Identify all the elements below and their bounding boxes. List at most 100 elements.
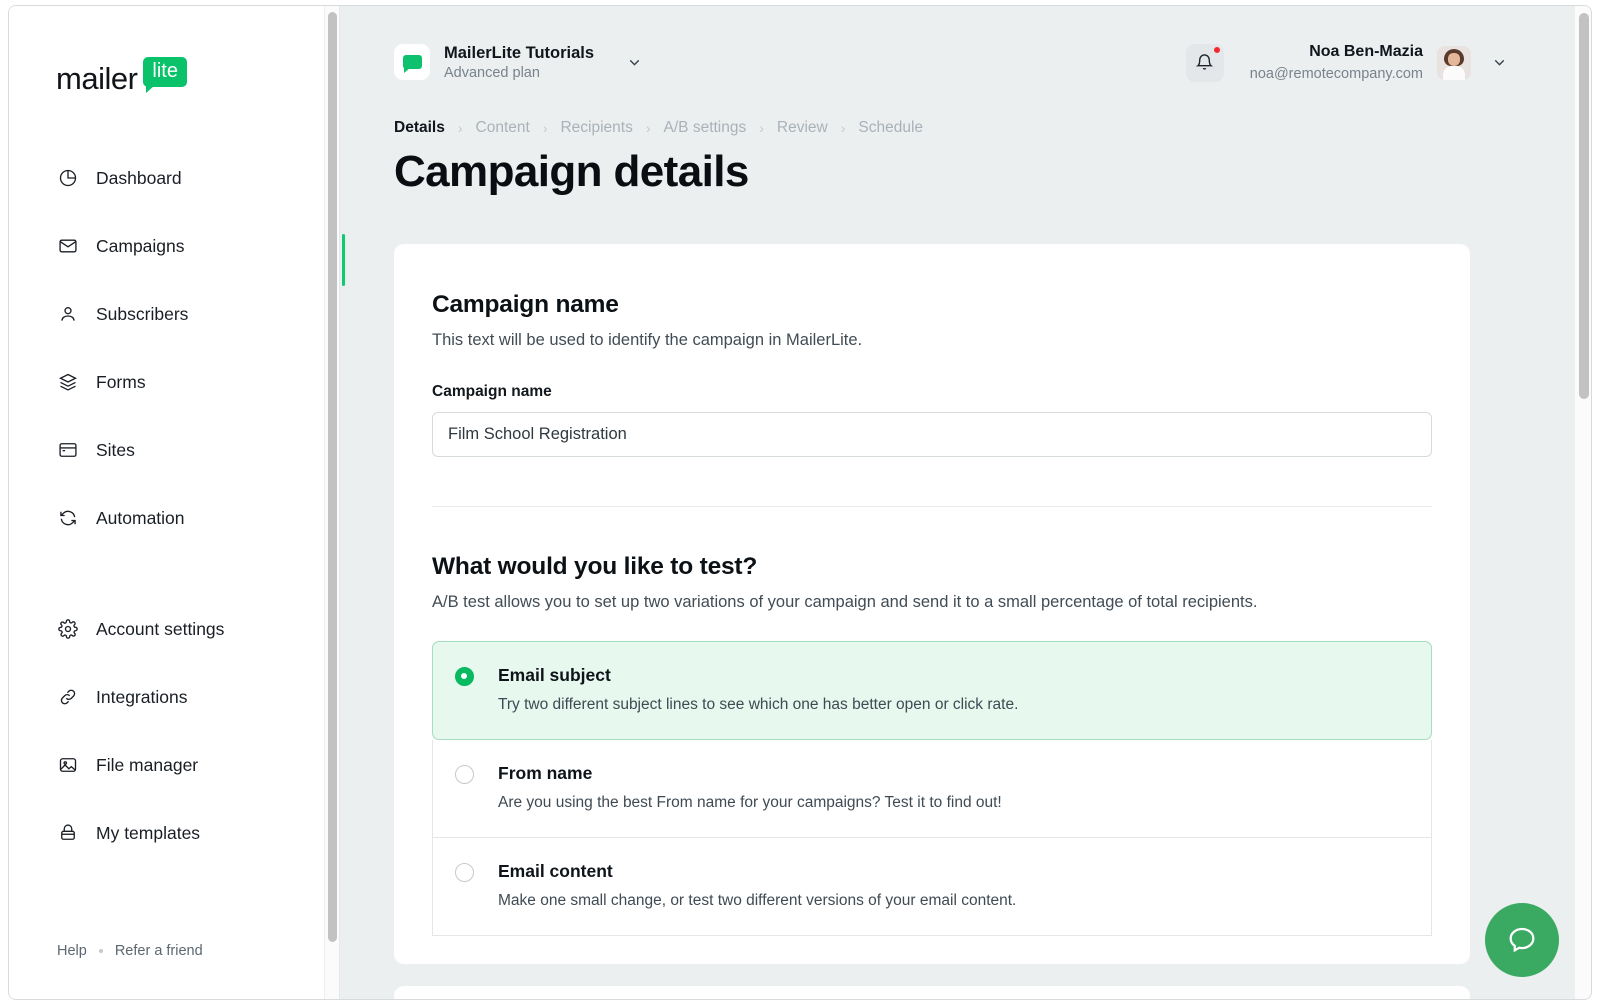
logo-text-mailer: mailer (56, 61, 137, 97)
sidebar-item-my-templates[interactable]: My templates (9, 813, 339, 853)
option-title: Email subject (498, 665, 1018, 686)
avatar (1437, 46, 1471, 80)
radio-email-content[interactable] (455, 863, 474, 882)
sidebar-item-label: Subscribers (96, 304, 188, 325)
notifications-button[interactable] (1186, 44, 1224, 82)
option-email-subject[interactable]: Email subject Try two different subject … (432, 641, 1432, 740)
account-name: MailerLite Tutorials (444, 42, 594, 64)
user-name: Noa Ben-Mazia (1250, 41, 1423, 63)
browser-window-icon (57, 439, 79, 461)
option-description: Try two different subject lines to see w… (498, 695, 1018, 715)
link-icon (57, 686, 79, 708)
sidebar-item-campaigns[interactable]: Campaigns (9, 226, 339, 266)
breadcrumb-item-content[interactable]: Content (476, 119, 530, 137)
account-plan: Advanced plan (444, 64, 594, 84)
page-content: Details › Content › Recipients › A/B set… (340, 119, 1574, 999)
chevron-right-icon: › (646, 120, 651, 136)
breadcrumb-item-recipients[interactable]: Recipients (560, 119, 632, 137)
help-link[interactable]: Help (57, 943, 87, 959)
sidebar-item-account-settings[interactable]: Account settings (9, 609, 339, 649)
sidebar-item-integrations[interactable]: Integrations (9, 677, 339, 717)
sidebar-item-forms[interactable]: Forms (9, 362, 339, 402)
sidebar-item-sites[interactable]: Sites (9, 430, 339, 470)
notification-badge-dot (1213, 46, 1221, 54)
sidebar-item-label: Forms (96, 372, 146, 393)
sidebar-item-label: Account settings (96, 619, 224, 640)
breadcrumb-item-schedule[interactable]: Schedule (858, 119, 923, 137)
sidebar-scrollbar-thumb[interactable] (328, 12, 337, 942)
next-section-card-peek (394, 986, 1470, 999)
sidebar-item-dashboard[interactable]: Dashboard (9, 158, 339, 198)
pie-chart-icon (57, 167, 79, 189)
sidebar-item-label: My templates (96, 823, 200, 844)
main-scrollbar[interactable] (1574, 6, 1591, 999)
primary-nav: Dashboard Campaigns Subscribers Forms (9, 158, 339, 566)
campaign-name-description: This text will be used to identify the c… (432, 331, 1432, 350)
chevron-right-icon: › (458, 120, 463, 136)
main-scroll-region: MailerLite Tutorials Advanced plan (340, 6, 1574, 999)
help-chat-button[interactable] (1485, 903, 1559, 977)
sidebar-item-label: Sites (96, 440, 135, 461)
option-title: Email content (498, 861, 1016, 882)
option-description: Are you using the best From name for you… (498, 793, 1002, 813)
test-type-options: Email subject Try two different subject … (432, 641, 1432, 936)
radio-from-name[interactable] (455, 765, 474, 784)
campaign-name-input[interactable] (432, 412, 1432, 457)
top-bar-right: Noa Ben-Mazia noa@remotecompany.com (1186, 41, 1508, 84)
active-nav-indicator (342, 234, 345, 286)
sidebar-item-subscribers[interactable]: Subscribers (9, 294, 339, 334)
speech-bubble-icon (394, 44, 430, 80)
campaign-name-field-label: Campaign name (432, 383, 1432, 401)
breadcrumb-item-ab-settings[interactable]: A/B settings (664, 119, 747, 137)
refresh-cycle-icon (57, 507, 79, 529)
sidebar-item-file-manager[interactable]: File manager (9, 745, 339, 785)
sidebar-scrollbar[interactable] (324, 6, 339, 999)
chat-bubble-icon (1505, 923, 1539, 957)
option-title: From name (498, 763, 1002, 784)
refer-a-friend-link[interactable]: Refer a friend (115, 943, 203, 959)
account-switcher[interactable]: MailerLite Tutorials Advanced plan (394, 42, 643, 84)
chevron-right-icon: › (841, 120, 846, 136)
main-area: MailerLite Tutorials Advanced plan (340, 6, 1591, 999)
breadcrumb-item-review[interactable]: Review (777, 119, 828, 137)
option-email-content[interactable]: Email content Make one small change, or … (432, 838, 1432, 936)
layers-icon (57, 371, 79, 393)
section-divider (432, 506, 1432, 507)
user-email: noa@remotecompany.com (1250, 64, 1423, 84)
sidebar-footer: Help Refer a friend (57, 943, 203, 959)
application-window: mailer lite Dashboard Campaigns Su (8, 5, 1592, 1000)
main-scrollbar-thumb[interactable] (1579, 13, 1589, 399)
mailerlite-logo[interactable]: mailer lite (56, 61, 187, 97)
chevron-down-icon[interactable] (626, 54, 643, 71)
test-type-description: A/B test allows you to set up two variat… (432, 593, 1432, 612)
chevron-right-icon: › (759, 120, 764, 136)
separator-dot (99, 949, 103, 953)
chevron-down-icon[interactable] (1491, 54, 1508, 71)
option-description: Make one small change, or test two diffe… (498, 891, 1016, 911)
radio-email-subject[interactable] (455, 667, 474, 686)
user-menu[interactable]: Noa Ben-Mazia noa@remotecompany.com (1250, 41, 1508, 84)
sidebar-item-automation[interactable]: Automation (9, 498, 339, 538)
gear-icon (57, 618, 79, 640)
person-icon (57, 303, 79, 325)
sidebar-item-label: Campaigns (96, 236, 185, 257)
sidebar-item-label: Automation (96, 508, 185, 529)
secondary-nav: Account settings Integrations File manag… (9, 609, 339, 881)
top-bar: MailerLite Tutorials Advanced plan (340, 6, 1574, 119)
sidebar-item-label: Dashboard (96, 168, 182, 189)
option-from-name[interactable]: From name Are you using the best From na… (432, 740, 1432, 838)
sidebar-item-label: Integrations (96, 687, 187, 708)
bell-icon (1195, 53, 1214, 72)
chevron-right-icon: › (543, 120, 548, 136)
campaign-name-heading: Campaign name (432, 291, 1432, 319)
page-title: Campaign details (394, 147, 1574, 197)
breadcrumb-item-details[interactable]: Details (394, 119, 445, 137)
sidebar: mailer lite Dashboard Campaigns Su (9, 6, 340, 999)
logo-badge-lite: lite (143, 57, 187, 87)
campaign-details-card: Campaign name This text will be used to … (394, 244, 1470, 964)
template-icon (57, 822, 79, 844)
sidebar-item-label: File manager (96, 755, 198, 776)
breadcrumb: Details › Content › Recipients › A/B set… (394, 119, 1574, 137)
image-icon (57, 754, 79, 776)
envelope-icon (57, 235, 79, 257)
